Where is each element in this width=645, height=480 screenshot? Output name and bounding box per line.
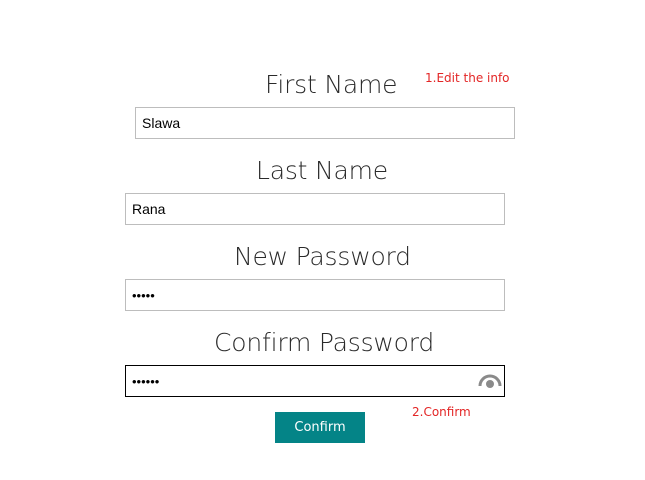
new-password-input[interactable] <box>125 279 505 311</box>
last-name-label: Last Name <box>256 156 388 185</box>
new-password-label: New Password <box>234 242 411 271</box>
confirm-password-input[interactable] <box>125 365 505 397</box>
eye-icon[interactable] <box>478 371 502 389</box>
step2-annotation: 2.Confirm <box>412 405 471 419</box>
first-name-input[interactable] <box>135 107 515 139</box>
confirm-password-label: Confirm Password <box>214 328 435 357</box>
step1-annotation: 1.Edit the info <box>425 71 510 85</box>
profile-edit-form: First Name 1.Edit the info Last Name New… <box>0 0 645 480</box>
confirm-button[interactable]: Confirm <box>275 412 365 443</box>
first-name-label: First Name <box>265 70 398 99</box>
last-name-input[interactable] <box>125 193 505 225</box>
